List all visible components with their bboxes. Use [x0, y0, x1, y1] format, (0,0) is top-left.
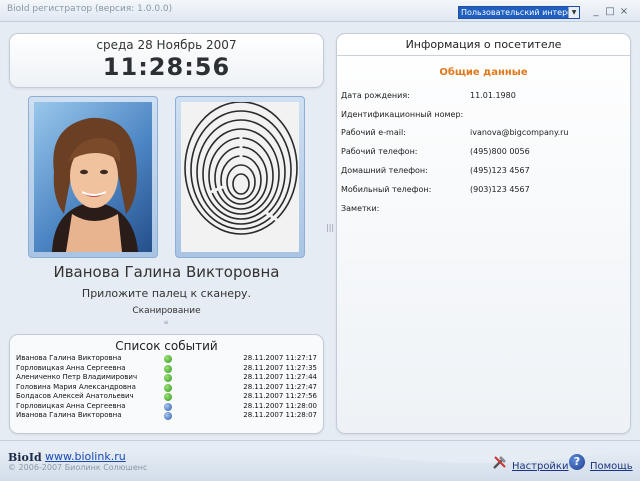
minimize-button[interactable]: _: [590, 6, 602, 18]
ui-mode-value: Пользовательский интерфейс: [459, 7, 568, 18]
visitor-info-panel: Информация о посетителе Общие данные Дат…: [336, 33, 631, 434]
check-icon: [164, 355, 172, 363]
field-label: Рабочий e-mail:: [341, 128, 406, 137]
event-name: Болдасов Алексей Анатольевич: [16, 392, 134, 400]
field-value: (495)123 4567: [470, 166, 530, 175]
vertical-splitter[interactable]: |||: [326, 224, 334, 240]
current-date: среда 28 Ноябрь 2007: [96, 38, 237, 52]
window-title: BioId регистратор (версия: 1.0.0.0): [7, 4, 173, 14]
field-label: Рабочий телефон:: [341, 147, 418, 156]
info-icon: [164, 412, 172, 420]
portrait-image: [52, 117, 138, 252]
event-time: 28.11.2007 11:28:07: [243, 411, 317, 419]
field-label: Домашний телефон:: [341, 166, 428, 175]
event-time: 28.11.2007 11:27:35: [243, 363, 317, 372]
copyright: © 2006-2007 Биолинк Солюшенс: [8, 463, 148, 472]
events-panel: Список событий Иванова Галина Викторовна…: [9, 334, 324, 434]
check-icon: [164, 374, 172, 382]
event-time: 28.11.2007 11:27:44: [243, 373, 317, 381]
ui-mode-select[interactable]: Пользовательский интерфейс ▼: [458, 6, 580, 19]
horizontal-splitter[interactable]: ≡: [160, 320, 172, 328]
table-row[interactable]: Головина Мария Александровна 28.11.2007 …: [14, 383, 321, 393]
table-row[interactable]: Горловицкая Анна Сергеевна 28.11.2007 11…: [14, 364, 321, 374]
site-link[interactable]: www.biolink.ru: [45, 450, 126, 463]
events-title: Список событий: [115, 339, 218, 353]
table-row[interactable]: Болдасов Алексей Анатольевич 28.11.2007 …: [14, 392, 321, 402]
scan-status: Сканирование: [132, 306, 201, 316]
visitor-photo-frame: [28, 96, 158, 258]
table-row[interactable]: Горловицкая Анна Сергеевна 28.11.2007 11…: [14, 402, 321, 412]
current-time: 11:28:56: [102, 53, 231, 81]
footer: BioId www.biolink.ru © 2006-2007 Биолинк…: [0, 440, 640, 481]
title-bar: BioId регистратор (версия: 1.0.0.0) Поль…: [0, 0, 640, 22]
field-label: Мобильный телефон:: [341, 185, 432, 194]
clock-panel: среда 28 Ноябрь 2007 11:28:56: [9, 33, 324, 88]
chevron-down-icon[interactable]: ▼: [568, 7, 579, 18]
field-label: Дата рождения:: [341, 91, 410, 100]
event-name: Алениченко Петр Владимирович: [16, 373, 138, 381]
help-icon[interactable]: ?: [569, 454, 585, 470]
scanner-hint: Приложите палец к сканеру.: [81, 287, 252, 300]
event-time: 28.11.2007 11:27:47: [243, 382, 317, 391]
settings-link[interactable]: Настройки: [512, 461, 568, 472]
events-list: Иванова Галина Викторовна 28.11.2007 11:…: [14, 354, 321, 421]
info-title: Информация о посетителе: [337, 34, 630, 56]
table-row[interactable]: Алениченко Петр Владимирович 28.11.2007 …: [14, 373, 321, 383]
info-section-title: Общие данные: [439, 67, 528, 78]
info-icon: [164, 402, 172, 411]
event-time: 28.11.2007 11:27:56: [243, 392, 317, 400]
check-icon: [164, 393, 172, 401]
maximize-button[interactable]: □: [604, 6, 616, 18]
field-value: (495)800 0056: [470, 147, 530, 156]
visitor-name: Иванова Галина Викторовна: [53, 263, 280, 281]
check-icon: [164, 364, 172, 373]
event-name: Иванова Галина Викторовна: [16, 354, 122, 362]
visitor-photo: [34, 102, 152, 252]
check-icon: [164, 383, 172, 392]
field-label: Заметки:: [341, 204, 380, 213]
tools-icon[interactable]: [491, 453, 509, 471]
field-value: ivanova@bigcompany.ru: [470, 128, 569, 137]
field-label: Идентификационный номер:: [341, 110, 464, 119]
fingerprint-image: [181, 102, 299, 252]
table-row[interactable]: Иванова Галина Викторовна 28.11.2007 11:…: [14, 411, 321, 421]
field-value: 11.01.1980: [470, 91, 516, 100]
close-button[interactable]: ×: [618, 6, 630, 18]
fingerprint-icon: [184, 102, 298, 235]
event-name: Головина Мария Александровна: [16, 382, 136, 391]
table-row[interactable]: Иванова Галина Викторовна 28.11.2007 11:…: [14, 354, 321, 364]
event-time: 28.11.2007 11:27:17: [243, 354, 317, 362]
fingerprint-frame: [175, 96, 305, 258]
event-name: Горловицкая Анна Сергеевна: [16, 401, 126, 410]
event-name: Горловицкая Анна Сергеевна: [16, 363, 126, 372]
event-name: Иванова Галина Викторовна: [16, 411, 122, 419]
event-time: 28.11.2007 11:28:00: [243, 401, 317, 410]
field-value: (903)123 4567: [470, 185, 530, 194]
help-link[interactable]: Помощь: [590, 461, 633, 472]
